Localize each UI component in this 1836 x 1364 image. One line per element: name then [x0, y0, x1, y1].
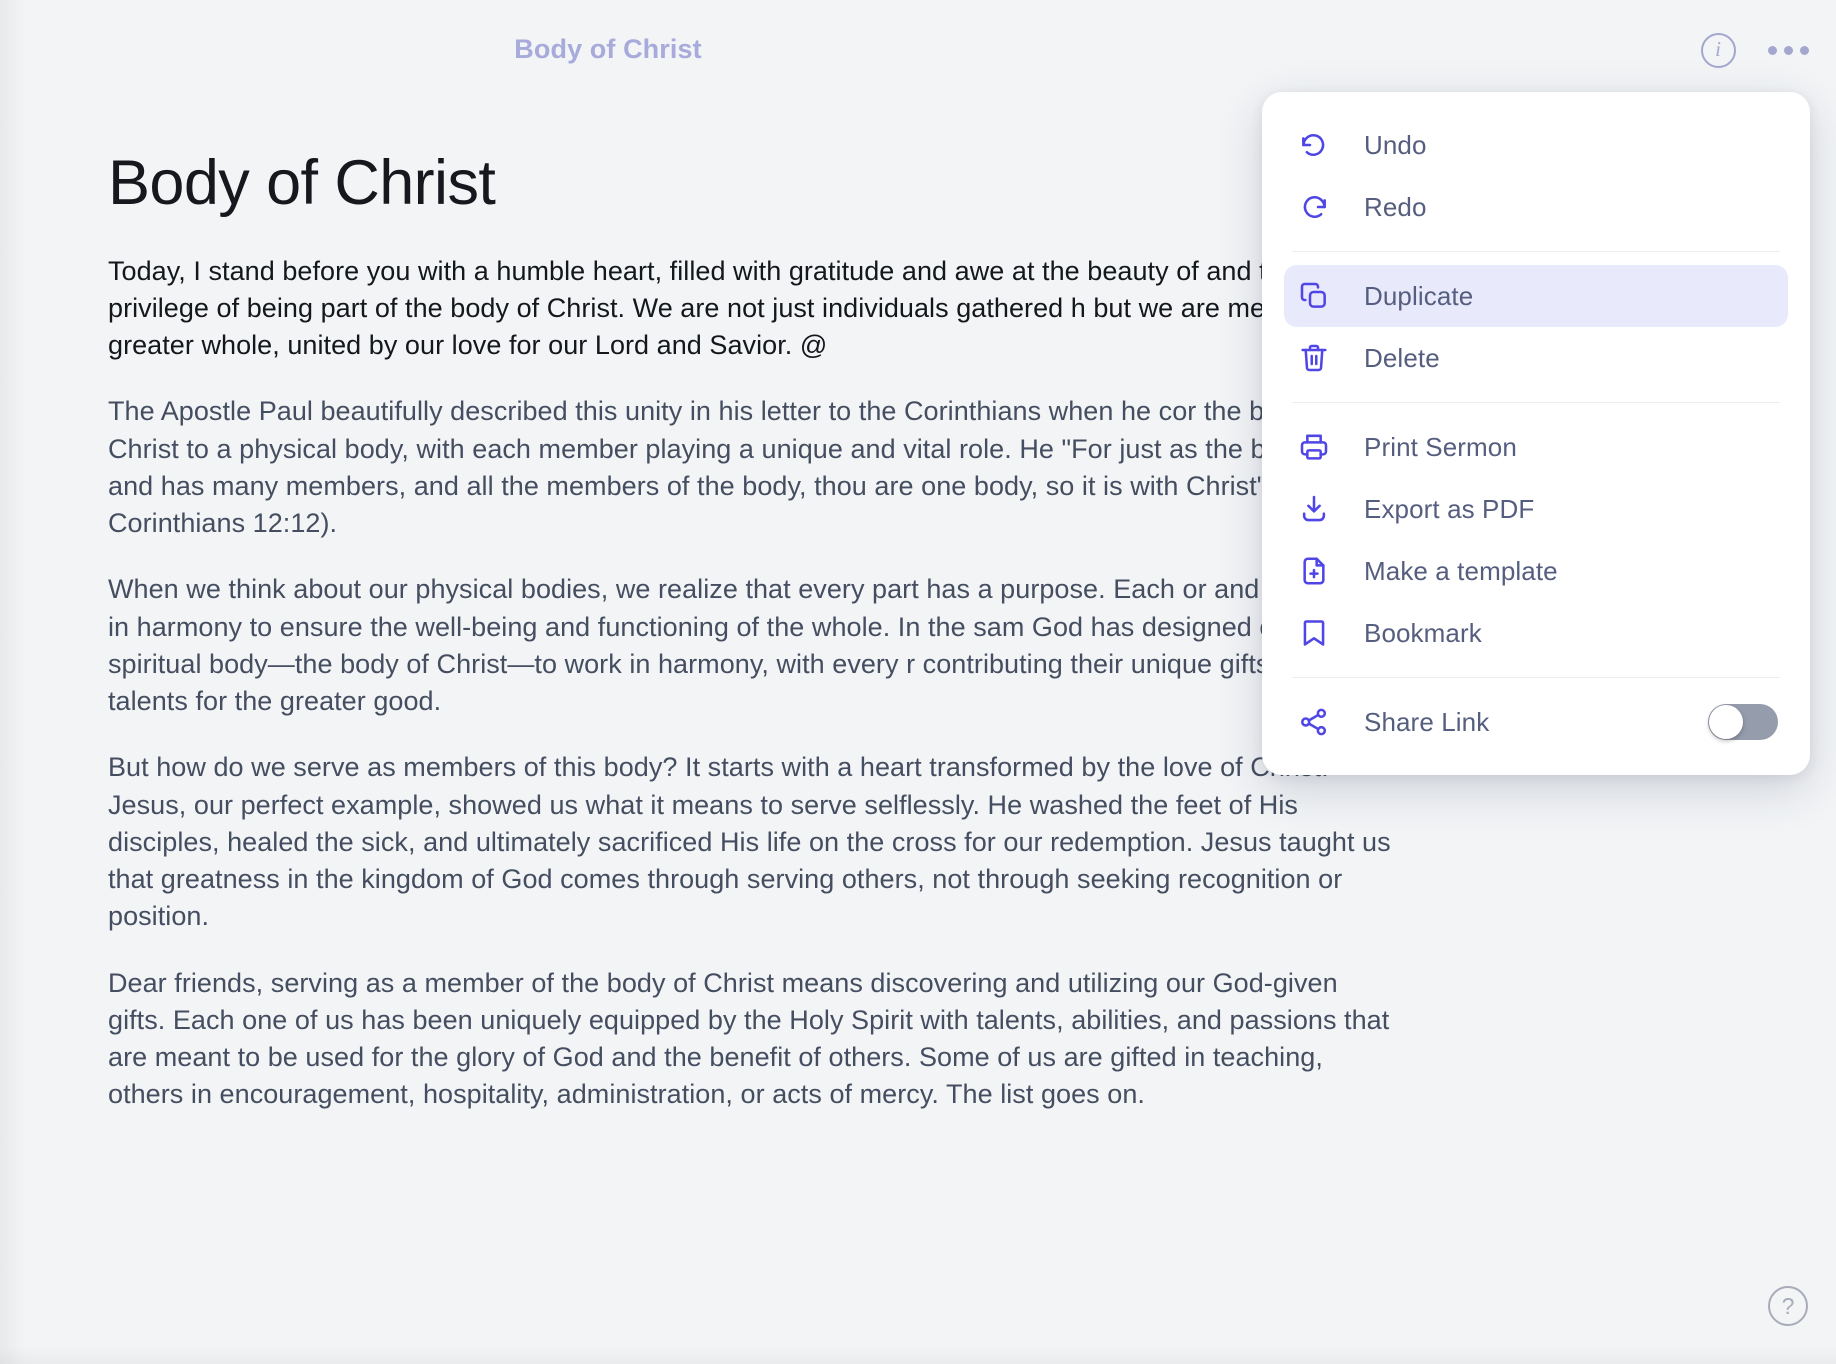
- menu-item-make-template[interactable]: Make a template: [1284, 540, 1788, 602]
- menu-divider-3: [1292, 677, 1780, 678]
- help-icon: ?: [1781, 1292, 1795, 1319]
- menu-item-share-link[interactable]: Share Link: [1284, 691, 1788, 753]
- paragraph-3: When we think about our physical bodies,…: [108, 574, 1373, 717]
- info-button[interactable]: i: [1696, 28, 1740, 72]
- menu-item-print-sermon[interactable]: Print Sermon: [1284, 416, 1788, 478]
- share-icon: [1298, 706, 1344, 738]
- undo-icon: [1298, 129, 1344, 161]
- file-plus-icon: [1298, 555, 1344, 587]
- help-button[interactable]: ?: [1768, 1286, 1808, 1326]
- paragraph-1: Today, I stand before you with a humble …: [108, 255, 1394, 361]
- paragraph-5: Dear friends, serving as a member of the…: [108, 967, 1390, 1110]
- menu-item-undo[interactable]: Undo: [1284, 114, 1788, 176]
- menu-item-label: Share Link: [1364, 706, 1490, 737]
- more-options-icon: [1767, 45, 1809, 55]
- menu-divider-2: [1292, 402, 1780, 403]
- menu-item-label: Undo: [1364, 129, 1427, 160]
- menu-divider-1: [1292, 251, 1780, 252]
- menu-item-label: Bookmark: [1364, 617, 1482, 648]
- menu-item-redo[interactable]: Redo: [1284, 176, 1788, 238]
- paragraph-4: But how do we serve as members of this b…: [108, 752, 1391, 932]
- copy-icon: [1298, 280, 1344, 312]
- menu-item-delete[interactable]: Delete: [1284, 327, 1788, 389]
- menu-item-label: Duplicate: [1364, 280, 1474, 311]
- top-bar-actions: i: [1696, 28, 1810, 72]
- options-dropdown-menu: Undo Redo Duplicate Delete Print Sermon …: [1262, 92, 1810, 775]
- share-link-toggle[interactable]: [1708, 704, 1778, 740]
- redo-icon: [1298, 191, 1344, 223]
- top-bar-title: Body of Christ: [514, 34, 702, 64]
- more-options-button[interactable]: [1766, 28, 1810, 72]
- menu-item-duplicate[interactable]: Duplicate: [1284, 265, 1788, 327]
- printer-icon: [1298, 431, 1344, 463]
- menu-item-label: Print Sermon: [1364, 431, 1517, 462]
- bookmark-icon: [1298, 617, 1344, 649]
- info-icon: i: [1700, 32, 1736, 68]
- menu-item-export-pdf[interactable]: Export as PDF: [1284, 478, 1788, 540]
- menu-item-label: Redo: [1364, 191, 1427, 222]
- top-bar: Body of Christ i: [0, 0, 1836, 100]
- menu-item-label: Make a template: [1364, 555, 1558, 586]
- trash-icon: [1298, 342, 1344, 374]
- paragraph-2: The Apostle Paul beautifully described t…: [108, 396, 1390, 539]
- app-root: Body of Christ i Body of Christ Today, I…: [0, 0, 1836, 1364]
- menu-item-bookmark[interactable]: Bookmark: [1284, 602, 1788, 664]
- download-icon: [1298, 493, 1344, 525]
- toggle-knob: [1709, 705, 1743, 739]
- menu-item-label: Export as PDF: [1364, 493, 1535, 524]
- menu-item-label: Delete: [1364, 342, 1440, 373]
